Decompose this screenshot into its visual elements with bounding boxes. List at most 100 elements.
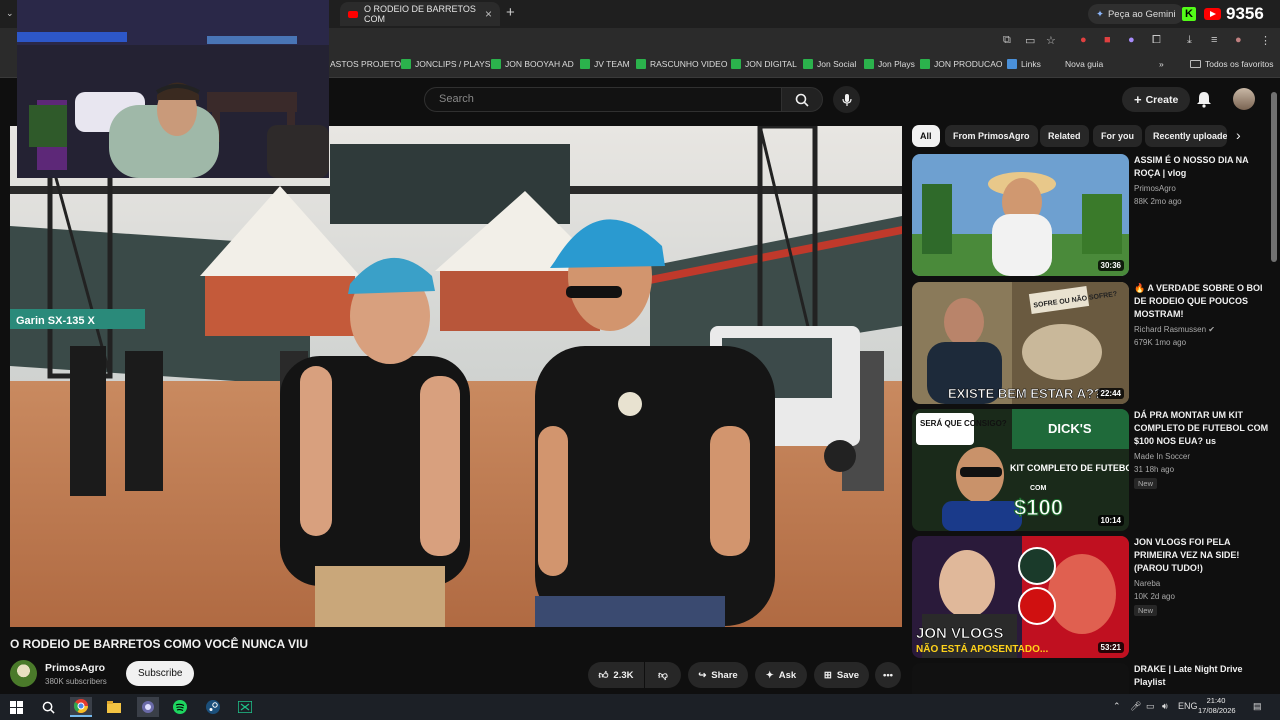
- extension-video-icon[interactable]: ■: [1104, 34, 1111, 46]
- chip-related[interactable]: Related: [1040, 125, 1089, 147]
- bookmark-item[interactable]: Jon Plays: [864, 59, 915, 69]
- recommendation-item[interactable]: DICK'S SERÁ QUE CONSIGO? KIT COMPLETO DE…: [912, 409, 1272, 531]
- bookmark-item[interactable]: RASCUNHO VIDEO: [636, 59, 727, 69]
- taskbar-file-explorer[interactable]: [103, 697, 125, 717]
- search-input[interactable]: Search: [424, 87, 782, 112]
- recommendation-thumbnail[interactable]: JON VLOGS NÃO ESTÁ APOSENTADO... 53:21: [912, 536, 1129, 658]
- page-scrollbar[interactable]: [1271, 92, 1277, 687]
- taskbar-chrome[interactable]: [70, 697, 92, 717]
- recommendation-item[interactable]: DRAKE | Late Night Drive Playlist: [912, 663, 1272, 694]
- recommendation-channel[interactable]: PrimosAgro: [1134, 184, 1176, 193]
- clock-time: 21:40: [1206, 696, 1226, 705]
- extension-purple-icon[interactable]: ●: [1128, 34, 1135, 46]
- volume-icon[interactable]: 🔊︎: [1162, 701, 1168, 712]
- windows-taskbar: ⌃ 🎤︎ ▭ 🔊︎ ENG ▤: [0, 694, 1280, 720]
- app-icon: [142, 701, 154, 713]
- recommendation-item[interactable]: SOFRE OU NÃO SOFRE? EXISTE BEM ESTAR A??…: [912, 282, 1272, 404]
- tab-list-chevron-icon[interactable]: ⌄: [6, 8, 14, 19]
- network-icon[interactable]: ▭: [1146, 701, 1155, 712]
- subscribe-button[interactable]: Subscribe: [126, 661, 195, 686]
- language-indicator[interactable]: ENG: [1178, 701, 1198, 711]
- thumbnail-caption-text: EXISTE BEM ESTAR A???: [948, 386, 1110, 401]
- notification-center-icon[interactable]: ▤: [1253, 701, 1262, 712]
- like-button[interactable]: 👍︎ 2.3K: [588, 662, 644, 688]
- dislike-button[interactable]: 👎︎: [645, 662, 681, 688]
- search-icon: [42, 701, 55, 714]
- notifications-button[interactable]: [1196, 90, 1212, 113]
- gemini-button[interactable]: ✦ Peça ao Gemini: [1088, 4, 1184, 24]
- scrollbar-thumb[interactable]: [1271, 92, 1277, 262]
- thumbnail-price-text: $100: [1014, 495, 1063, 520]
- taskbar-app-capture[interactable]: [137, 697, 159, 717]
- start-button[interactable]: [5, 697, 27, 717]
- recommendation-thumbnail[interactable]: DICK'S SERÁ QUE CONSIGO? KIT COMPLETO DE…: [912, 409, 1129, 531]
- chips-next-chevron-icon[interactable]: ›: [1236, 127, 1241, 143]
- bookmark-item[interactable]: JON PRODUCAO: [920, 59, 1002, 69]
- menu-kebab-icon[interactable]: ⋮: [1260, 34, 1271, 47]
- chip-all[interactable]: All: [912, 125, 940, 147]
- more-actions-button[interactable]: •••: [875, 662, 901, 688]
- bookmark-item[interactable]: JON BOOYAH AD: [491, 59, 574, 69]
- recommendation-thumbnail[interactable]: SOFRE OU NÃO SOFRE? EXISTE BEM ESTAR A??…: [912, 282, 1129, 404]
- chip-recently-uploaded[interactable]: Recently uploaded: [1145, 125, 1227, 147]
- video-player[interactable]: Garin SX-135 X: [10, 126, 902, 627]
- tray-chevron-icon[interactable]: ⌃: [1113, 701, 1121, 712]
- all-favorites-button[interactable]: Todos os favoritos: [1190, 59, 1274, 69]
- tray-mic-icon[interactable]: 🎤︎: [1130, 701, 1141, 712]
- gemini-icon: ✦: [1096, 8, 1104, 20]
- bookmark-item[interactable]: Nova guia: [1065, 59, 1103, 69]
- profile-icon[interactable]: ●: [1235, 34, 1242, 46]
- bookmark-item[interactable]: Jon Social: [803, 59, 856, 69]
- download-icon[interactable]: ⤓: [1187, 34, 1192, 47]
- bookmark-item[interactable]: Links: [1007, 59, 1041, 69]
- recommendation-item[interactable]: 30:36 ASSIM É O NOSSO DIA NA ROÇA | vlog…: [912, 154, 1272, 276]
- ask-button[interactable]: ✦ Ask: [755, 662, 807, 688]
- extensions-puzzle-icon[interactable]: ⧠: [1152, 34, 1161, 47]
- bookmark-item[interactable]: JV TEAM: [580, 59, 630, 69]
- voice-search-button[interactable]: [833, 86, 860, 113]
- chip-from-channel[interactable]: From PrimosAgro: [945, 125, 1038, 147]
- cast-icon[interactable]: ▭: [1025, 34, 1035, 47]
- kick-logo-icon: K: [1182, 7, 1196, 21]
- recommendation-thumbnail[interactable]: 30:36: [912, 154, 1129, 276]
- close-tab-icon[interactable]: ×: [485, 7, 492, 21]
- share-button[interactable]: ↪ Share: [688, 662, 748, 688]
- chip-for-you[interactable]: For you: [1093, 125, 1142, 147]
- bookmark-item[interactable]: ASTOS PROJETO: [330, 59, 401, 69]
- account-avatar[interactable]: [1233, 88, 1255, 110]
- recommendation-title[interactable]: DRAKE | Late Night Drive Playlist: [1134, 663, 1272, 689]
- bookmarks-more-button[interactable]: »: [1159, 59, 1164, 69]
- browser-tab-active[interactable]: O RODEIO DE BARRETOS COM ×: [340, 2, 500, 26]
- thumbs-up-icon: 👍︎: [598, 670, 609, 681]
- extension-red-icon[interactable]: ●: [1080, 34, 1087, 46]
- verified-icon: ✔: [1208, 325, 1215, 334]
- webcam-overlay: [17, 0, 329, 178]
- recommendation-thumbnail[interactable]: [912, 663, 1129, 694]
- search-button[interactable]: [781, 87, 823, 112]
- recommendation-channel[interactable]: Nareba: [1134, 579, 1160, 588]
- translate-icon[interactable]: ⧉: [1003, 34, 1011, 47]
- new-tab-button[interactable]: +: [506, 4, 515, 21]
- recommendation-title[interactable]: JON VLOGS FOI PELA PRIMEIRA VEZ NA SIDE!…: [1134, 536, 1272, 575]
- create-button[interactable]: + Create: [1122, 87, 1191, 112]
- channel-avatar[interactable]: [10, 660, 37, 687]
- taskbar-steam[interactable]: [202, 697, 224, 717]
- taskbar-app-green[interactable]: [234, 697, 256, 717]
- recommendation-item[interactable]: JON VLOGS NÃO ESTÁ APOSENTADO... 53:21 J…: [912, 536, 1272, 658]
- bookmark-star-icon[interactable]: ☆: [1046, 34, 1056, 47]
- recommendation-title[interactable]: ASSIM É O NOSSO DIA NA ROÇA | vlog: [1134, 154, 1272, 180]
- bookmark-item[interactable]: JON DIGITAL: [731, 59, 797, 69]
- taskbar-clock[interactable]: 21:40 17/08/2026: [1198, 696, 1236, 716]
- recommendation-title[interactable]: 🔥 A VERDADE SOBRE O BOI DE RODEIO QUE PO…: [1134, 282, 1272, 321]
- taskbar-search-button[interactable]: [37, 697, 59, 717]
- save-button[interactable]: ⊞ Save: [814, 662, 869, 688]
- taskbar-spotify[interactable]: [169, 697, 191, 717]
- recommendation-channel[interactable]: Made In Soccer: [1134, 452, 1190, 461]
- channel-name[interactable]: PrimosAgro: [45, 662, 105, 674]
- recommendation-title[interactable]: DÁ PRA MONTAR UM KIT COMPLETO DE FUTEBOL…: [1134, 409, 1272, 448]
- duration-badge: 22:44: [1097, 388, 1124, 399]
- recommendation-channel[interactable]: Richard Rasmussen ✔: [1134, 325, 1215, 334]
- video-banner-text: Garin SX-135 X: [16, 315, 96, 327]
- reading-list-icon[interactable]: ≡: [1211, 34, 1217, 46]
- bookmark-item[interactable]: JONCLIPS / PLAYS: [401, 59, 490, 69]
